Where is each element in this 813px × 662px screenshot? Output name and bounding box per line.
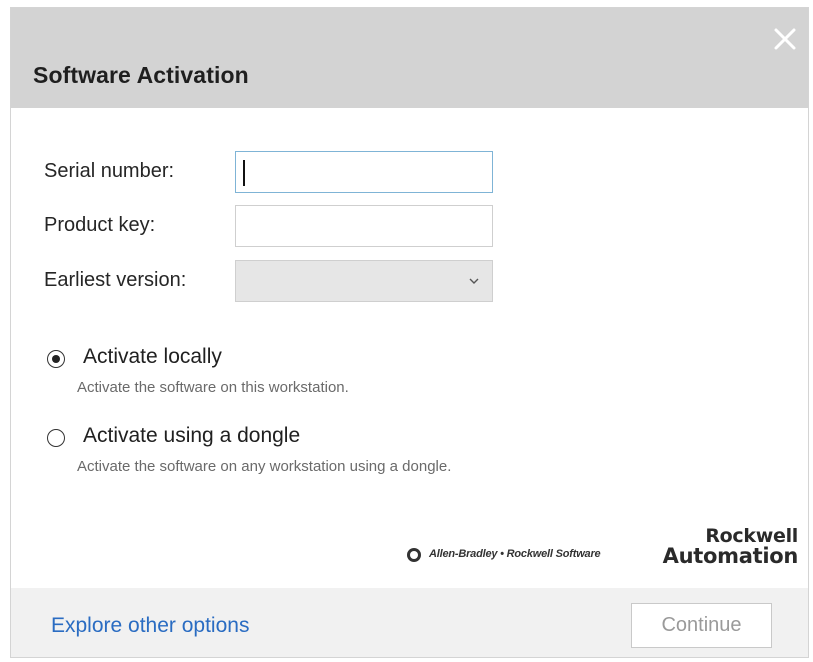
activate-locally-description: Activate the software on this workstatio… [77, 379, 349, 396]
activate-locally-radio[interactable] [47, 350, 65, 368]
activate-dongle-radio[interactable] [47, 429, 65, 447]
continue-button[interactable]: Continue [631, 603, 772, 648]
activate-locally-label: Activate locally [83, 345, 222, 368]
product-key-label: Product key: [44, 214, 156, 236]
branding-area: Allen-Bradley • Rockwell Software Rockwe… [407, 524, 802, 574]
explore-other-options-link[interactable]: Explore other options [51, 614, 249, 638]
serial-number-input[interactable] [235, 151, 493, 193]
software-activation-dialog: Software Activation Serial number: Produ… [10, 7, 809, 658]
serial-number-label: Serial number: [44, 160, 175, 182]
radio-selected-dot [52, 355, 60, 363]
logo-line-rockwell: Rockwell [705, 525, 798, 547]
earliest-version-select[interactable] [235, 260, 493, 302]
earliest-version-label: Earliest version: [44, 269, 187, 291]
rockwell-automation-logo: Rockwell Automation [662, 525, 799, 568]
activate-dongle-description: Activate the software on any workstation… [77, 458, 452, 475]
activate-dongle-label: Activate using a dongle [83, 424, 301, 447]
dialog-titlebar: Software Activation [11, 8, 808, 108]
logo-line-automation: Automation [662, 544, 799, 568]
text-caret [243, 160, 245, 186]
dialog-title: Software Activation [33, 62, 249, 88]
dialog-footer: Explore other options Continue [11, 588, 808, 657]
brand-tagline: Allen-Bradley • Rockwell Software [429, 548, 601, 560]
product-key-input[interactable] [235, 205, 493, 247]
close-button[interactable] [772, 26, 798, 52]
allen-bradley-logo-icon [407, 548, 421, 562]
close-icon [774, 28, 796, 50]
chevron-down-icon [469, 278, 479, 284]
